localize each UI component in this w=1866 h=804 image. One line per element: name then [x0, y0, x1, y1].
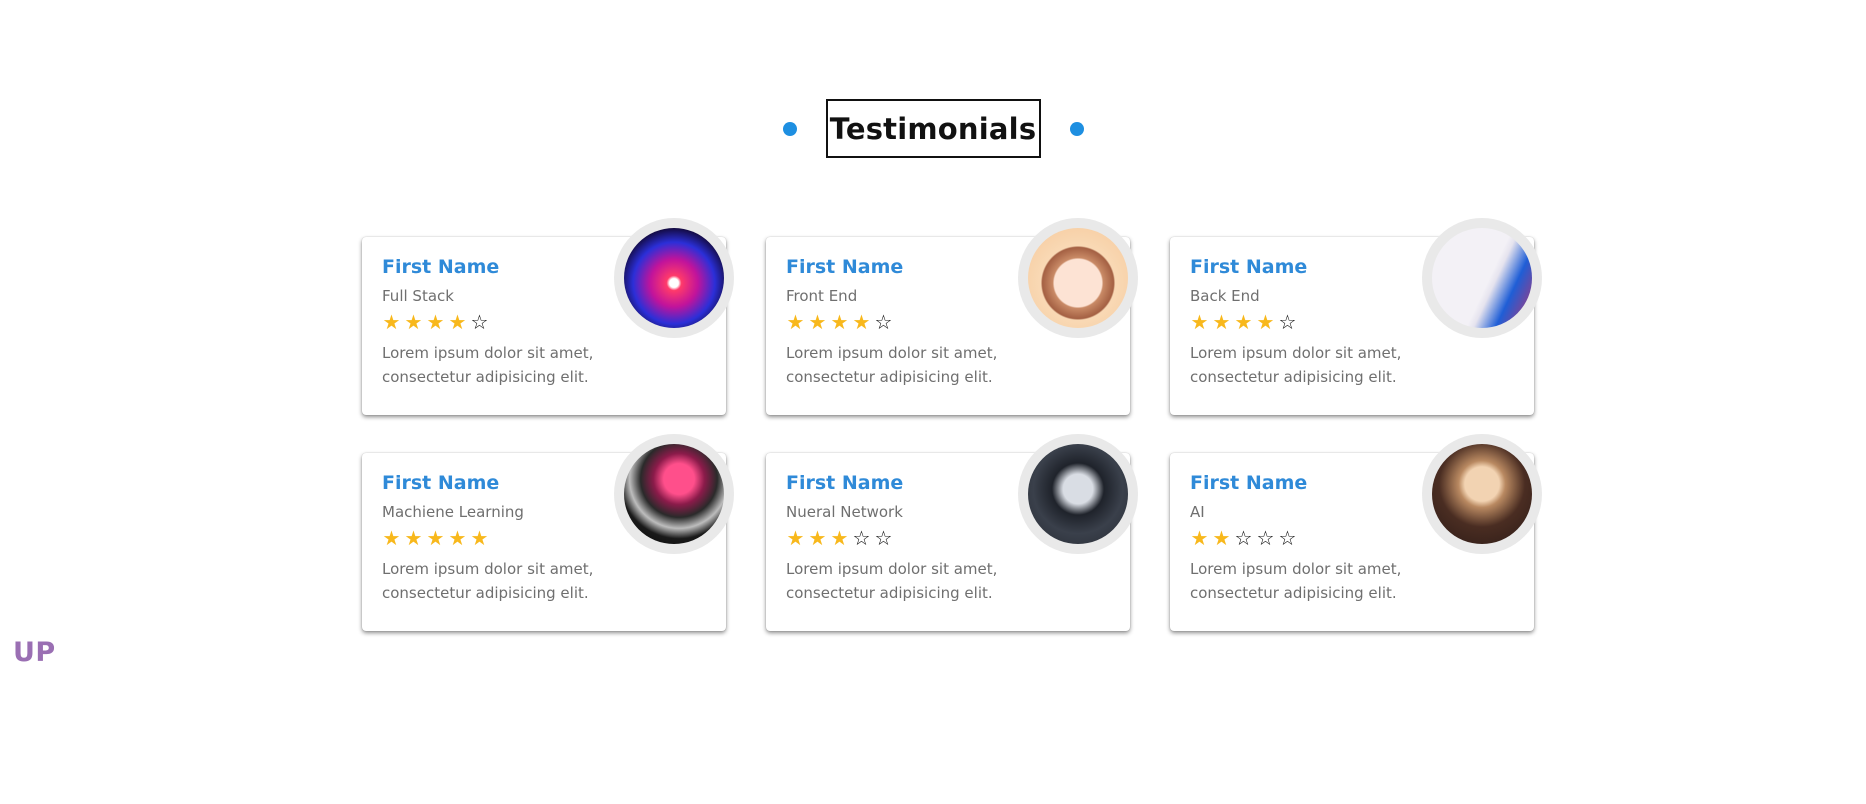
avatar-ring: [614, 434, 734, 554]
star-filled-icon: ★: [382, 310, 401, 334]
testimonial-card: First Name Nueral Network ★ ★ ★ ☆ ☆ Lorem ip…: [766, 434, 1138, 631]
star-filled-icon: ★: [830, 310, 849, 334]
section-heading: Testimonials: [0, 99, 1866, 158]
card-text: Lorem ipsum dolor sit amet, consectetur …: [1190, 344, 1402, 386]
star-filled-icon: ★: [382, 526, 401, 550]
card-text: Lorem ipsum dolor sit amet, consectetur …: [382, 560, 594, 602]
star-filled-icon: ★: [470, 526, 489, 550]
astronaut-avatar: [624, 444, 724, 544]
dark-hair-boy-avatar: [1028, 444, 1128, 544]
star-filled-icon: ★: [1256, 310, 1275, 334]
star-filled-icon: ★: [448, 310, 467, 334]
avatar-ring: [1018, 434, 1138, 554]
avatar-ring: [1018, 218, 1138, 338]
star-filled-icon: ★: [426, 526, 445, 550]
star-filled-icon: ★: [786, 526, 805, 550]
star-filled-icon: ★: [786, 310, 805, 334]
left-dot-decoration: [782, 121, 797, 136]
star-filled-icon: ★: [1190, 526, 1209, 550]
avatar-ring: [1422, 218, 1542, 338]
star-filled-icon: ★: [1234, 310, 1253, 334]
card-text: Lorem ipsum dolor sit amet, consectetur …: [382, 344, 594, 386]
star-filled-icon: ★: [1190, 310, 1209, 334]
star-empty-icon: ☆: [1278, 526, 1297, 550]
star-filled-icon: ★: [404, 526, 423, 550]
testimonial-card: First Name AI ★ ★ ☆ ☆ ☆ Lorem ipsum dolor si…: [1170, 434, 1542, 631]
star-empty-icon: ☆: [1234, 526, 1253, 550]
testimonials-page: Testimonials First Name Full Stack ★ ★ ★ ★ ☆…: [0, 0, 1866, 804]
star-empty-icon: ☆: [874, 526, 893, 550]
testimonial-card: First Name Back End ★ ★ ★ ★ ☆ Lorem ipsum do…: [1170, 218, 1542, 415]
star-filled-icon: ★: [404, 310, 423, 334]
white-hair-girl-avatar: [1432, 228, 1532, 328]
star-empty-icon: ☆: [874, 310, 893, 334]
card-text: Lorem ipsum dolor sit amet, consectetur …: [786, 560, 998, 602]
star-filled-icon: ★: [1212, 526, 1231, 550]
star-empty-icon: ☆: [1256, 526, 1275, 550]
scroll-up-link[interactable]: UP: [13, 637, 56, 668]
star-filled-icon: ★: [448, 526, 467, 550]
star-filled-icon: ★: [830, 526, 849, 550]
anime-girl-avatar: [1028, 228, 1128, 328]
testimonial-card: First Name Machiene Learning ★ ★ ★ ★ ★ Lorem…: [362, 434, 734, 631]
card-text: Lorem ipsum dolor sit amet, consectetur …: [786, 344, 998, 386]
testimonial-card: First Name Front End ★ ★ ★ ★ ☆ Lorem ipsum d…: [766, 218, 1138, 415]
star-filled-icon: ★: [1212, 310, 1231, 334]
avatar-ring: [1422, 434, 1542, 554]
heading-box: Testimonials: [825, 99, 1041, 158]
star-empty-icon: ☆: [852, 526, 871, 550]
page-title: Testimonials: [829, 111, 1037, 146]
star-filled-icon: ★: [426, 310, 445, 334]
star-filled-icon: ★: [808, 310, 827, 334]
testimonials-grid: First Name Full Stack ★ ★ ★ ★ ☆ Lorem ipsum …: [362, 218, 1542, 631]
avatar-ring: [614, 218, 734, 338]
right-dot-decoration: [1069, 121, 1084, 136]
wolf-avatar: [624, 228, 724, 328]
blond-boy-avatar: [1432, 444, 1532, 544]
star-empty-icon: ☆: [1278, 310, 1297, 334]
star-filled-icon: ★: [852, 310, 871, 334]
star-empty-icon: ☆: [470, 310, 489, 334]
star-filled-icon: ★: [808, 526, 827, 550]
testimonial-card: First Name Full Stack ★ ★ ★ ★ ☆ Lorem ipsum …: [362, 218, 734, 415]
card-text: Lorem ipsum dolor sit amet, consectetur …: [1190, 560, 1402, 602]
